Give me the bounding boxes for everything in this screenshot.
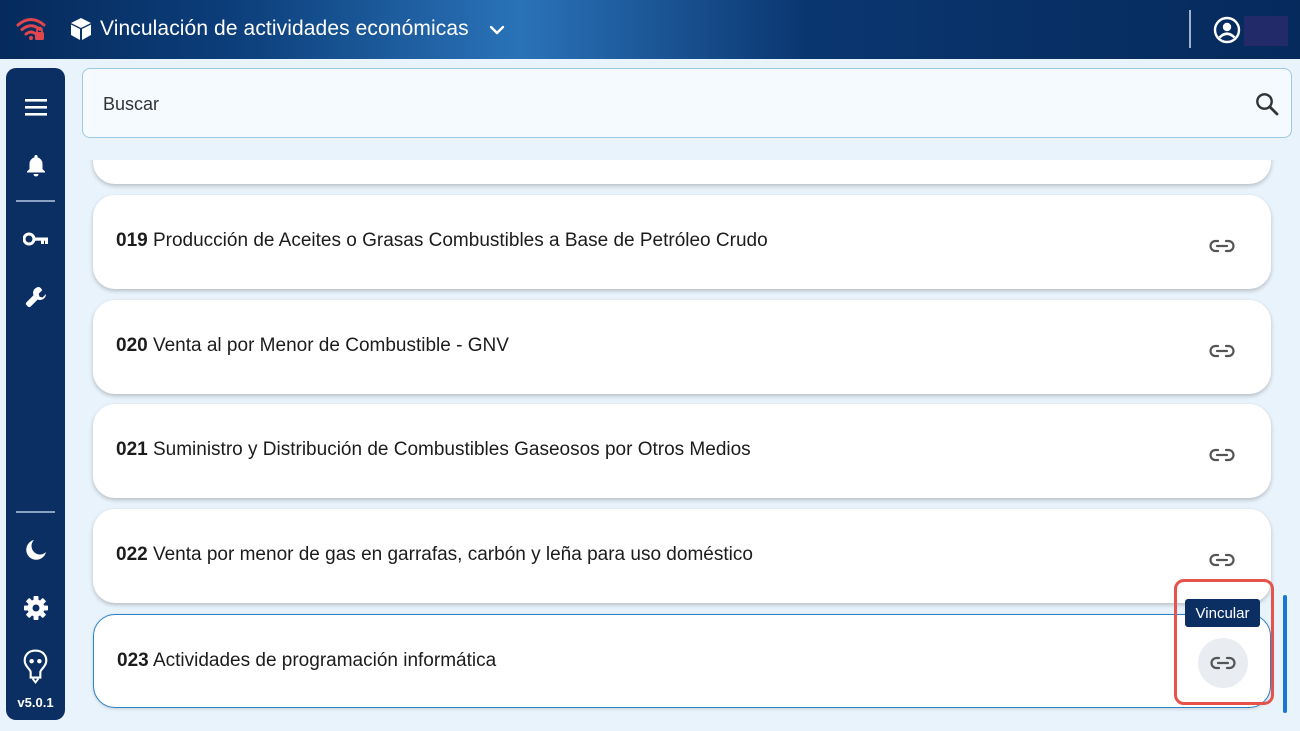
- list-item[interactable]: [93, 160, 1271, 184]
- activity-name: Venta al por Menor de Combustible - GNV: [152, 335, 509, 356]
- divider: [1189, 10, 1191, 48]
- page-title[interactable]: Vinculación de actividades económicas: [100, 17, 469, 41]
- tooltip: Vincular: [1185, 599, 1260, 627]
- cube-icon: [69, 17, 93, 41]
- link-button[interactable]: [1197, 326, 1247, 376]
- list-item[interactable]: 019 Producción de Aceites o Grasas Combu…: [93, 195, 1271, 289]
- key-icon[interactable]: [21, 224, 50, 253]
- link-icon: [1209, 553, 1235, 567]
- activity-name: Suministro y Distribución de Combustible…: [152, 439, 751, 460]
- sidebar-separator: [16, 200, 55, 202]
- list-item[interactable]: 020 Venta al por Menor de Combustible - …: [93, 300, 1271, 394]
- highlight-box: [1174, 579, 1274, 705]
- activity-code: 023: [117, 650, 149, 671]
- sidebar-separator: [16, 511, 55, 513]
- activity-code: 022: [116, 544, 148, 565]
- search-icon[interactable]: [1254, 91, 1280, 117]
- link-icon: [1209, 448, 1235, 462]
- list-item[interactable]: 021 Suministro y Distribución de Combust…: [93, 404, 1271, 498]
- link-button[interactable]: [1197, 221, 1247, 271]
- activity-name: Venta por menor de gas en garrafas, carb…: [152, 544, 753, 565]
- gear-icon[interactable]: [21, 593, 50, 622]
- link-button[interactable]: [1197, 430, 1247, 480]
- list-item[interactable]: 022 Venta por menor de gas en garrafas, …: [93, 509, 1271, 603]
- chevron-down-icon[interactable]: [487, 20, 507, 40]
- search-input[interactable]: [103, 89, 1243, 119]
- version-label: v5.0.1: [17, 695, 54, 710]
- link-icon: [1209, 344, 1235, 358]
- sidebar: v5.0.1: [6, 68, 65, 720]
- wifi-off-icon: [16, 14, 46, 44]
- link-button[interactable]: [1197, 535, 1247, 585]
- bell-icon[interactable]: [21, 150, 50, 179]
- user-name-redacted[interactable]: [1244, 16, 1288, 46]
- wrench-icon[interactable]: [21, 282, 50, 311]
- activity-code: 020: [116, 335, 148, 356]
- scrollbar[interactable]: [1283, 595, 1287, 713]
- activity-name: Actividades de programación informática: [152, 650, 497, 671]
- top-bar: Vinculación de actividades económicas: [0, 0, 1300, 59]
- list-item[interactable]: 023 Actividades de programación informát…: [93, 614, 1271, 708]
- activity-code: 019: [116, 230, 148, 251]
- dark-mode-icon[interactable]: [21, 535, 50, 564]
- activity-code: 021: [116, 439, 148, 460]
- activity-name: Producción de Aceites o Grasas Combustib…: [152, 230, 768, 251]
- link-icon: [1209, 239, 1235, 253]
- menu-icon[interactable]: [21, 92, 50, 121]
- account-icon[interactable]: [1213, 16, 1241, 44]
- brand-logo-icon: [21, 648, 50, 684]
- activity-list: 019 Producción de Aceites o Grasas Combu…: [82, 160, 1282, 731]
- search-bar: [82, 68, 1292, 138]
